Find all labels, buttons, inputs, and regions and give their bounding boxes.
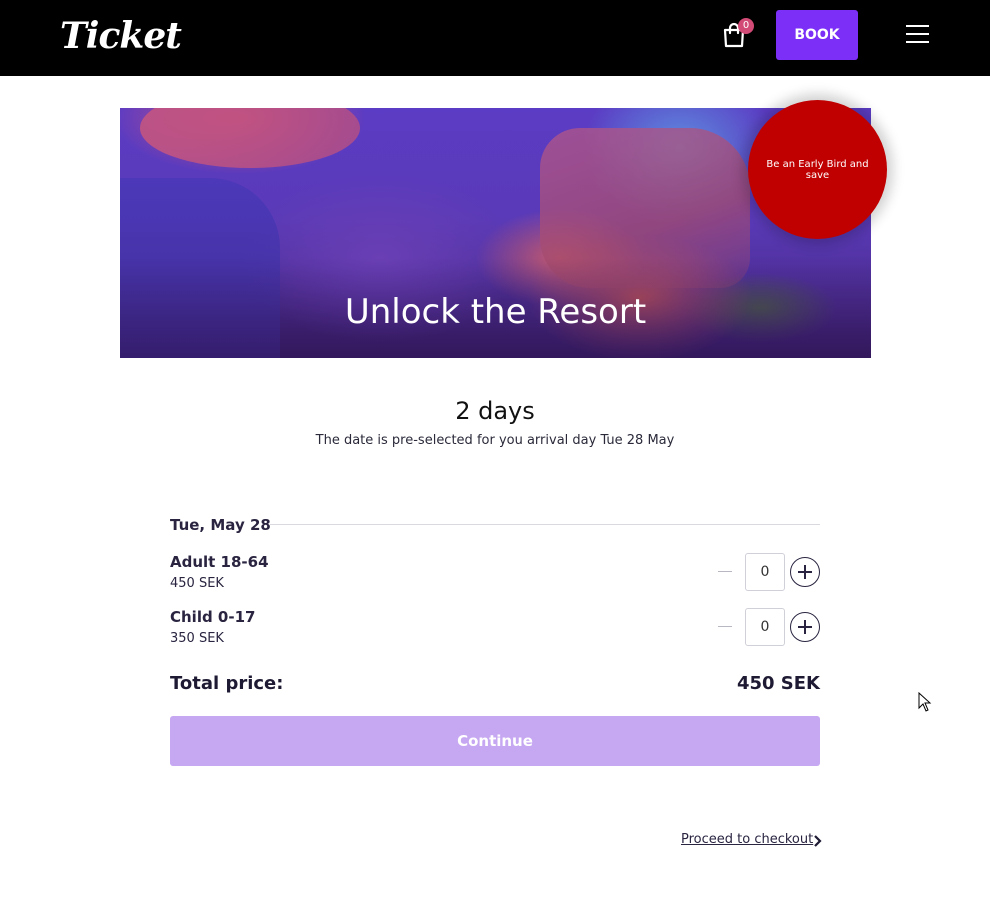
proceed-to-checkout-link[interactable]: Proceed to checkout — [681, 831, 813, 849]
chevron-right-icon — [814, 835, 822, 847]
adult-quantity-input[interactable] — [745, 553, 785, 591]
logo[interactable]: Ticket — [60, 14, 182, 58]
early-bird-text: Be an Early Bird and save — [766, 158, 869, 181]
cart-button[interactable]: 0 — [720, 18, 756, 54]
child-quantity-input[interactable] — [745, 608, 785, 646]
ticket-price: 450 SEK — [170, 576, 224, 591]
duration-heading: 2 days — [455, 397, 535, 425]
hero-title: Unlock the Resort — [344, 292, 647, 332]
ticket-name: Child 0-17 — [170, 608, 256, 626]
decrease-adult-button[interactable] — [712, 559, 738, 585]
minus-icon — [718, 626, 732, 627]
day-label: Tue, May 28 — [170, 516, 271, 534]
continue-button[interactable]: Continue — [170, 716, 820, 766]
hero-art-shape — [140, 108, 360, 168]
total-price-value: 450 SEK — [736, 673, 820, 694]
mouse-cursor-icon — [918, 692, 932, 712]
site-header: Ticket 0 BOOK — [0, 0, 990, 76]
divider — [270, 524, 820, 525]
book-button[interactable]: BOOK — [776, 10, 858, 60]
increase-adult-button[interactable] — [790, 557, 820, 587]
ticket-price: 350 SEK — [170, 631, 224, 646]
total-price-label: Total price: — [170, 673, 284, 694]
increase-child-button[interactable] — [790, 612, 820, 642]
cart-count-badge: 0 — [738, 18, 754, 34]
date-note: The date is pre-selected for you arrival… — [315, 433, 675, 448]
early-bird-badge[interactable]: Be an Early Bird and save — [748, 100, 887, 239]
menu-button[interactable] — [904, 24, 932, 46]
ticket-name: Adult 18-64 — [170, 553, 269, 571]
decrease-child-button[interactable] — [712, 614, 738, 640]
minus-icon — [718, 571, 732, 572]
